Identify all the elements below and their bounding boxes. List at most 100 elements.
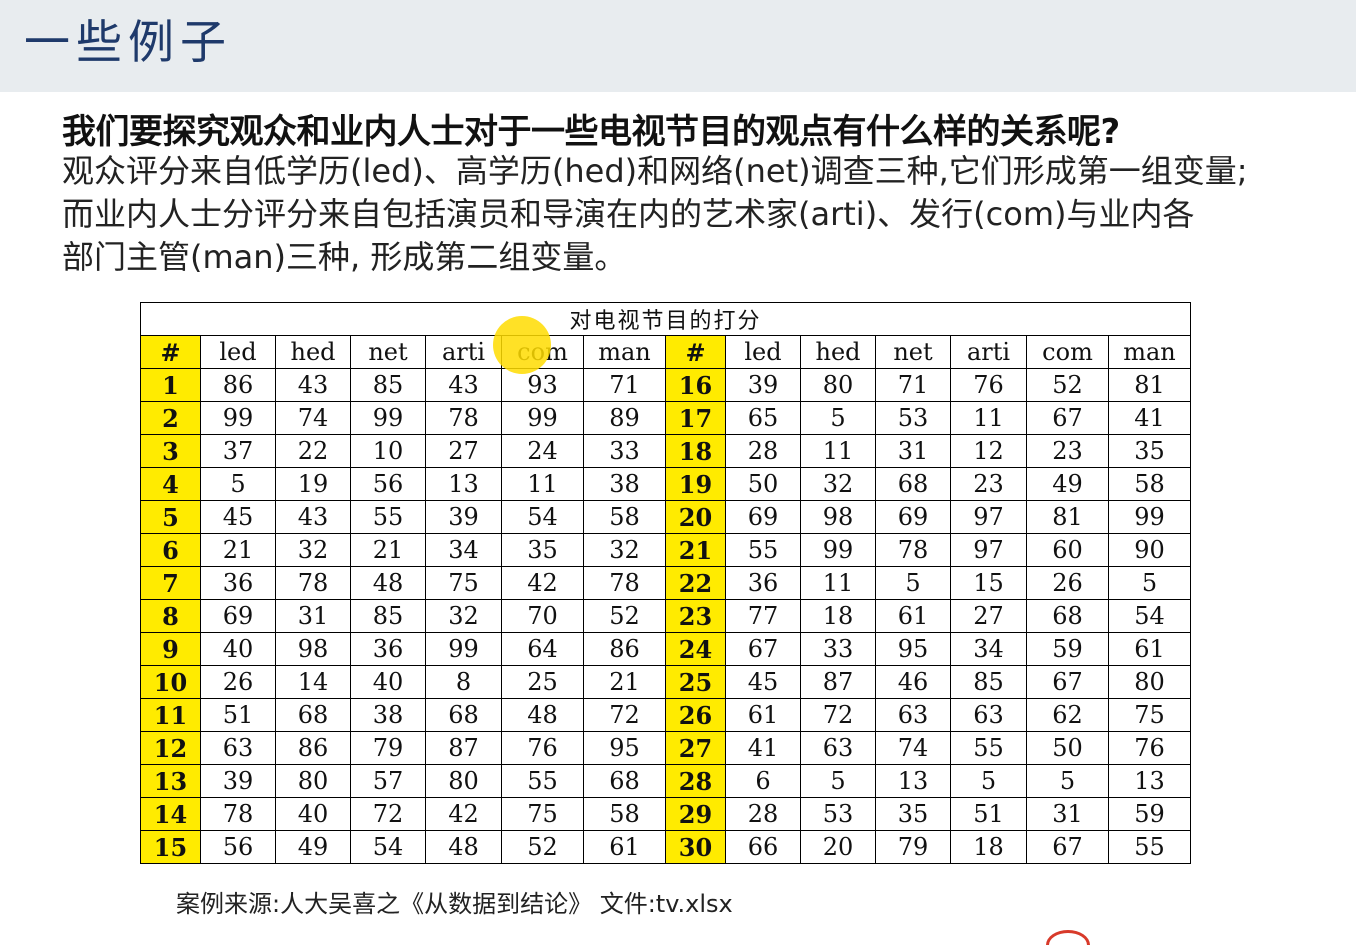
- score-cell: 40: [275, 797, 351, 831]
- score-cell: 63: [950, 698, 1027, 732]
- title-bar: 一些例子: [0, 0, 1356, 92]
- score-cell: 86: [583, 632, 666, 666]
- score-cell: 27: [950, 599, 1027, 633]
- score-cell: 99: [350, 401, 426, 435]
- row-index-cell: 22: [665, 566, 726, 600]
- score-cell: 80: [1108, 665, 1191, 699]
- score-cell: 48: [425, 830, 502, 864]
- score-cell: 98: [800, 500, 876, 534]
- score-cell: 87: [425, 731, 502, 765]
- score-cell: 71: [875, 368, 951, 402]
- score-cell: 59: [1026, 632, 1109, 666]
- score-cell: 76: [1108, 731, 1191, 765]
- score-cell: 66: [725, 830, 801, 864]
- score-cell: 55: [501, 764, 584, 798]
- score-cell: 90: [1108, 533, 1191, 567]
- score-cell: 26: [1026, 566, 1109, 600]
- row-index-cell: 14: [140, 797, 201, 831]
- row-index-cell: 10: [140, 665, 201, 699]
- row-index-cell: 17: [665, 401, 726, 435]
- header-index: #: [140, 335, 201, 369]
- score-cell: 39: [200, 764, 276, 798]
- score-cell: 42: [425, 797, 502, 831]
- score-cell: 79: [350, 731, 426, 765]
- score-cell: 31: [875, 434, 951, 468]
- header-arti: arti: [425, 335, 502, 369]
- score-cell: 18: [950, 830, 1027, 864]
- description: 观众评分来自低学历(led)、高学历(hed)和网络(net)调查三种,它们形成…: [62, 150, 1352, 279]
- table-row: 5 45 43 55 39 54 58 20 69 98 69 97 81 99: [140, 500, 1191, 534]
- score-cell: 69: [875, 500, 951, 534]
- score-cell: 87: [800, 665, 876, 699]
- description-line-1: 观众评分来自低学历(led)、高学历(hed)和网络(net)调查三种,它们形成…: [62, 152, 1248, 190]
- score-cell: 42: [501, 566, 584, 600]
- score-cell: 99: [501, 401, 584, 435]
- header-com: com: [501, 335, 584, 369]
- score-cell: 34: [950, 632, 1027, 666]
- table-caption: 对电视节目的打分: [140, 302, 1191, 336]
- score-cell: 61: [583, 830, 666, 864]
- score-cell: 69: [200, 599, 276, 633]
- row-index-cell: 24: [665, 632, 726, 666]
- score-cell: 63: [800, 731, 876, 765]
- score-cell: 93: [501, 368, 584, 402]
- score-cell: 78: [200, 797, 276, 831]
- score-cell: 67: [725, 632, 801, 666]
- score-cell: 65: [725, 401, 801, 435]
- score-cell: 52: [1026, 368, 1109, 402]
- score-cell: 11: [800, 566, 876, 600]
- score-cell: 68: [583, 764, 666, 798]
- score-cell: 99: [800, 533, 876, 567]
- table-row: 7 36 78 48 75 42 78 22 36 11 5 15 26 5: [140, 566, 1191, 600]
- score-cell: 68: [425, 698, 502, 732]
- row-index-cell: 21: [665, 533, 726, 567]
- table-row: 14 78 40 72 42 75 58 29 28 53 35 51 31 59: [140, 797, 1191, 831]
- score-cell: 35: [501, 533, 584, 567]
- table-row: 2 99 74 99 78 99 89 17 65 5 53 11 67 41: [140, 401, 1191, 435]
- score-cell: 13: [875, 764, 951, 798]
- header-man: man: [583, 335, 666, 369]
- score-cell: 58: [583, 500, 666, 534]
- table-row: 13 39 80 57 80 55 68 28 6 5 13 5 5 13: [140, 764, 1191, 798]
- score-cell: 75: [425, 566, 502, 600]
- score-cell: 80: [800, 368, 876, 402]
- score-cell: 55: [950, 731, 1027, 765]
- score-cell: 79: [875, 830, 951, 864]
- row-index-cell: 2: [140, 401, 201, 435]
- score-cell: 56: [200, 830, 276, 864]
- score-cell: 97: [950, 533, 1027, 567]
- score-cell: 5: [875, 566, 951, 600]
- score-cell: 81: [1108, 368, 1191, 402]
- score-cell: 46: [875, 665, 951, 699]
- score-cell: 22: [275, 434, 351, 468]
- score-cell: 86: [200, 368, 276, 402]
- score-cell: 38: [350, 698, 426, 732]
- score-cell: 85: [950, 665, 1027, 699]
- header-hed: hed: [800, 335, 876, 369]
- row-index-cell: 18: [665, 434, 726, 468]
- score-cell: 51: [200, 698, 276, 732]
- score-cell: 18: [800, 599, 876, 633]
- score-cell: 75: [501, 797, 584, 831]
- score-cell: 8: [425, 665, 502, 699]
- table-row: 15 56 49 54 48 52 61 30 66 20 79 18 67 55: [140, 830, 1191, 864]
- table-row: 3 37 22 10 27 24 33 18 28 11 31 12 23 35: [140, 434, 1191, 468]
- score-cell: 68: [875, 467, 951, 501]
- score-cell: 41: [1108, 401, 1191, 435]
- score-cell: 58: [583, 797, 666, 831]
- score-cell: 11: [950, 401, 1027, 435]
- score-cell: 14: [275, 665, 351, 699]
- score-cell: 33: [583, 434, 666, 468]
- score-cell: 49: [275, 830, 351, 864]
- score-cell: 76: [501, 731, 584, 765]
- table-row: 10 26 14 40 8 25 21 25 45 87 46 85 67 80: [140, 665, 1191, 699]
- score-cell: 21: [350, 533, 426, 567]
- score-cell: 67: [1026, 830, 1109, 864]
- row-index-cell: 29: [665, 797, 726, 831]
- table-row: 6 21 32 21 34 35 32 21 55 99 78 97 60 90: [140, 533, 1191, 567]
- score-cell: 56: [350, 467, 426, 501]
- question-heading: 我们要探究观众和业内人士对于一些电视节目的观点有什么样的关系呢?: [62, 112, 1120, 152]
- score-cell: 72: [583, 698, 666, 732]
- slide-title: 一些例子: [24, 15, 232, 69]
- score-cell: 67: [1026, 401, 1109, 435]
